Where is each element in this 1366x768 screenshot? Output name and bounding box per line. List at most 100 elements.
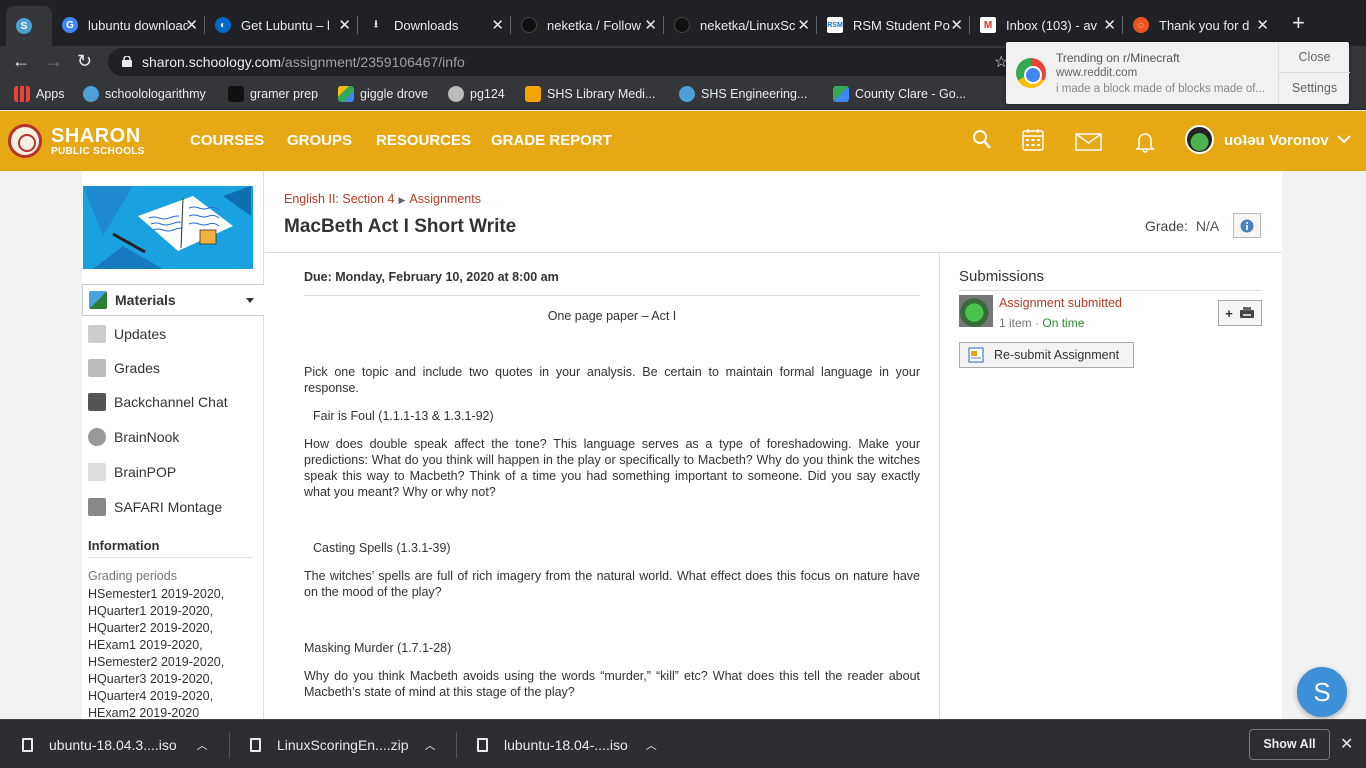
notification-source: www.reddit.com bbox=[1056, 67, 1138, 79]
sidebar-item-safari-montage[interactable]: SAFARI Montage bbox=[82, 491, 264, 523]
course-banner-image[interactable] bbox=[83, 186, 253, 269]
brainpop-robot-icon bbox=[88, 463, 106, 481]
user-name-menu[interactable]: uoʇǝu Voronov bbox=[1224, 132, 1329, 149]
school-seal-logo[interactable] bbox=[8, 124, 42, 158]
topic-body: Why do you think Macbeth avoids using th… bbox=[304, 669, 920, 699]
submission-count: 1 item bbox=[999, 316, 1032, 330]
chevron-down-icon[interactable] bbox=[1336, 133, 1352, 145]
url-host: sharon.schoology.com bbox=[142, 54, 282, 70]
sidebar-item-label: Updates bbox=[114, 326, 167, 342]
close-icon[interactable]: ✕ bbox=[1340, 734, 1353, 754]
bookmark-schoolologarithmy[interactable]: schoolologarithmy bbox=[83, 86, 206, 102]
caret-down-icon[interactable] bbox=[246, 298, 254, 303]
tab-close-icon[interactable]: ✕ bbox=[185, 16, 198, 34]
download-item[interactable]: LinuxScoringEn....zip ︿ bbox=[250, 720, 436, 768]
tab-close-icon[interactable]: ✕ bbox=[644, 16, 657, 34]
open-book-illustration-icon bbox=[83, 186, 251, 269]
submission-options-button[interactable]: + bbox=[1218, 300, 1262, 326]
url-path: /assignment/2359106467/info bbox=[281, 54, 465, 70]
download-item[interactable]: ubuntu-18.04.3....iso ︿ bbox=[22, 720, 208, 768]
back-arrow-icon[interactable]: ← bbox=[12, 51, 30, 72]
gb-icon bbox=[228, 86, 244, 102]
sidebar-item-updates[interactable]: Updates bbox=[82, 318, 264, 350]
materials-icon bbox=[89, 291, 107, 309]
nav-grade-report[interactable]: GRADE REPORT bbox=[491, 132, 612, 149]
bookmark-gramer-prep[interactable]: gramer prep bbox=[228, 86, 318, 102]
bookmark-giggle-drove[interactable]: giggle drove bbox=[338, 86, 428, 102]
school-logo-name[interactable]: SHARON bbox=[51, 126, 141, 146]
chevron-up-icon[interactable]: ︿ bbox=[197, 737, 208, 753]
sidebar-item-label: BrainPOP bbox=[114, 464, 177, 480]
sidebar-item-brainpop[interactable]: BrainPOP bbox=[82, 456, 264, 488]
notification-title: Trending on r/Minecraft bbox=[1056, 51, 1180, 65]
tab-downloads[interactable]: ⭳ Downloads ✕ bbox=[358, 8, 510, 42]
notification-bell-icon[interactable] bbox=[1134, 131, 1156, 153]
bookmark-shs-engineering[interactable]: SHS Engineering... bbox=[679, 86, 807, 102]
chrome-logo-icon bbox=[1016, 58, 1046, 88]
notification-settings-button[interactable]: Settings bbox=[1279, 73, 1350, 104]
submission-status-link[interactable]: Assignment submitted bbox=[999, 296, 1122, 310]
site-header: SHARON PUBLIC SCHOOLS COURSES GROUPS RES… bbox=[0, 111, 1366, 171]
grade-info-button[interactable] bbox=[1233, 213, 1261, 238]
tab-close-icon[interactable]: ✕ bbox=[950, 16, 963, 34]
chevron-up-icon[interactable]: ︿ bbox=[425, 737, 436, 753]
globe-icon bbox=[448, 86, 464, 102]
bookmark-county-clare[interactable]: County Clare - Go... bbox=[833, 86, 966, 102]
schoology-help-button[interactable]: S bbox=[1297, 667, 1347, 717]
user-avatar[interactable] bbox=[1185, 125, 1214, 154]
tab-close-icon[interactable]: ✕ bbox=[491, 16, 504, 34]
download-item[interactable]: lubuntu-18.04-....iso ︿ bbox=[477, 720, 657, 768]
tab-schoology[interactable]: S bbox=[6, 6, 52, 46]
tab-close-icon[interactable]: ✕ bbox=[797, 16, 810, 34]
tab-lubuntu-download[interactable]: G lubuntu download ✕ bbox=[52, 8, 204, 42]
tab-label: lubuntu download bbox=[88, 17, 188, 33]
search-icon[interactable] bbox=[972, 129, 992, 151]
forward-arrow-icon[interactable]: → bbox=[45, 51, 63, 72]
nav-resources[interactable]: RESOURCES bbox=[376, 132, 471, 149]
sidebar-item-materials[interactable]: Materials bbox=[82, 284, 264, 316]
file-icon bbox=[22, 737, 33, 752]
breadcrumb-course-link[interactable]: English II: Section 4 bbox=[284, 192, 394, 206]
tab-github-repo[interactable]: neketka/LinuxSc ✕ bbox=[664, 8, 816, 42]
download-filename: ubuntu-18.04.3....iso bbox=[49, 736, 177, 753]
mail-icon[interactable] bbox=[1075, 133, 1102, 151]
meta-separator: · bbox=[1031, 316, 1043, 330]
grading-periods-label: Grading periods bbox=[88, 569, 177, 583]
sidebar-item-backchannel-chat[interactable]: Backchannel Chat bbox=[82, 386, 264, 418]
tab-label: Get Lubuntu – l bbox=[241, 17, 330, 33]
address-bar[interactable]: sharon.schoology.com/assignment/23591064… bbox=[108, 48, 1020, 76]
nav-courses[interactable]: COURSES bbox=[190, 132, 264, 149]
calendar-icon[interactable] bbox=[1022, 128, 1044, 152]
download-shelf: ubuntu-18.04.3....iso ︿ LinuxScoringEn..… bbox=[0, 719, 1366, 768]
chrome-notification[interactable]: Trending on r/Minecraft www.reddit.com i… bbox=[1006, 42, 1350, 104]
bookmark-pg124[interactable]: pg124 bbox=[448, 86, 505, 102]
sidebar-item-grades[interactable]: Grades bbox=[82, 352, 264, 384]
nav-groups[interactable]: GROUPS bbox=[287, 132, 352, 149]
bookmark-shs-library[interactable]: SHS Library Medi... bbox=[525, 86, 655, 102]
bookmark-apps[interactable]: Apps bbox=[14, 86, 65, 102]
tab-github-follow[interactable]: neketka / Follow ✕ bbox=[511, 8, 663, 42]
sidebar-item-brainnook[interactable]: BrainNook bbox=[82, 421, 264, 453]
breadcrumb-assignments-link[interactable]: Assignments bbox=[409, 192, 481, 206]
chevron-up-icon[interactable]: ︿ bbox=[646, 737, 657, 753]
tab-close-icon[interactable]: ✕ bbox=[338, 16, 351, 34]
sidebar-item-label: Backchannel Chat bbox=[114, 394, 228, 410]
submission-thumbnail[interactable] bbox=[959, 295, 993, 327]
notification-close-button[interactable]: Close bbox=[1279, 42, 1350, 73]
tab-rsm[interactable]: RSM RSM Student Po ✕ bbox=[817, 8, 969, 42]
grading-period: HQuarter4 2019-2020, bbox=[88, 689, 214, 703]
bookmark-label: SHS Engineering... bbox=[701, 87, 808, 101]
tab-gmail[interactable]: M Inbox (103) - av ✕ bbox=[970, 8, 1122, 42]
info-icon bbox=[1240, 219, 1254, 232]
tab-close-icon[interactable]: ✕ bbox=[1256, 16, 1269, 34]
breadcrumb: English II: Section 4 ▶ Assignments bbox=[284, 192, 481, 206]
grades-chart-icon bbox=[88, 359, 106, 377]
tab-ubuntu-thanks[interactable]: ◌ Thank you for d ✕ bbox=[1123, 8, 1275, 42]
lubuntu-favicon-icon: ◐ bbox=[215, 17, 231, 33]
tab-get-lubuntu[interactable]: ◐ Get Lubuntu – l ✕ bbox=[205, 8, 357, 42]
resubmit-assignment-button[interactable]: Re-submit Assignment bbox=[959, 342, 1134, 368]
tab-close-icon[interactable]: ✕ bbox=[1103, 16, 1116, 34]
show-all-downloads-button[interactable]: Show All bbox=[1249, 729, 1330, 760]
new-tab-button[interactable]: + bbox=[1292, 12, 1305, 34]
reload-icon[interactable]: ↻ bbox=[77, 51, 92, 72]
